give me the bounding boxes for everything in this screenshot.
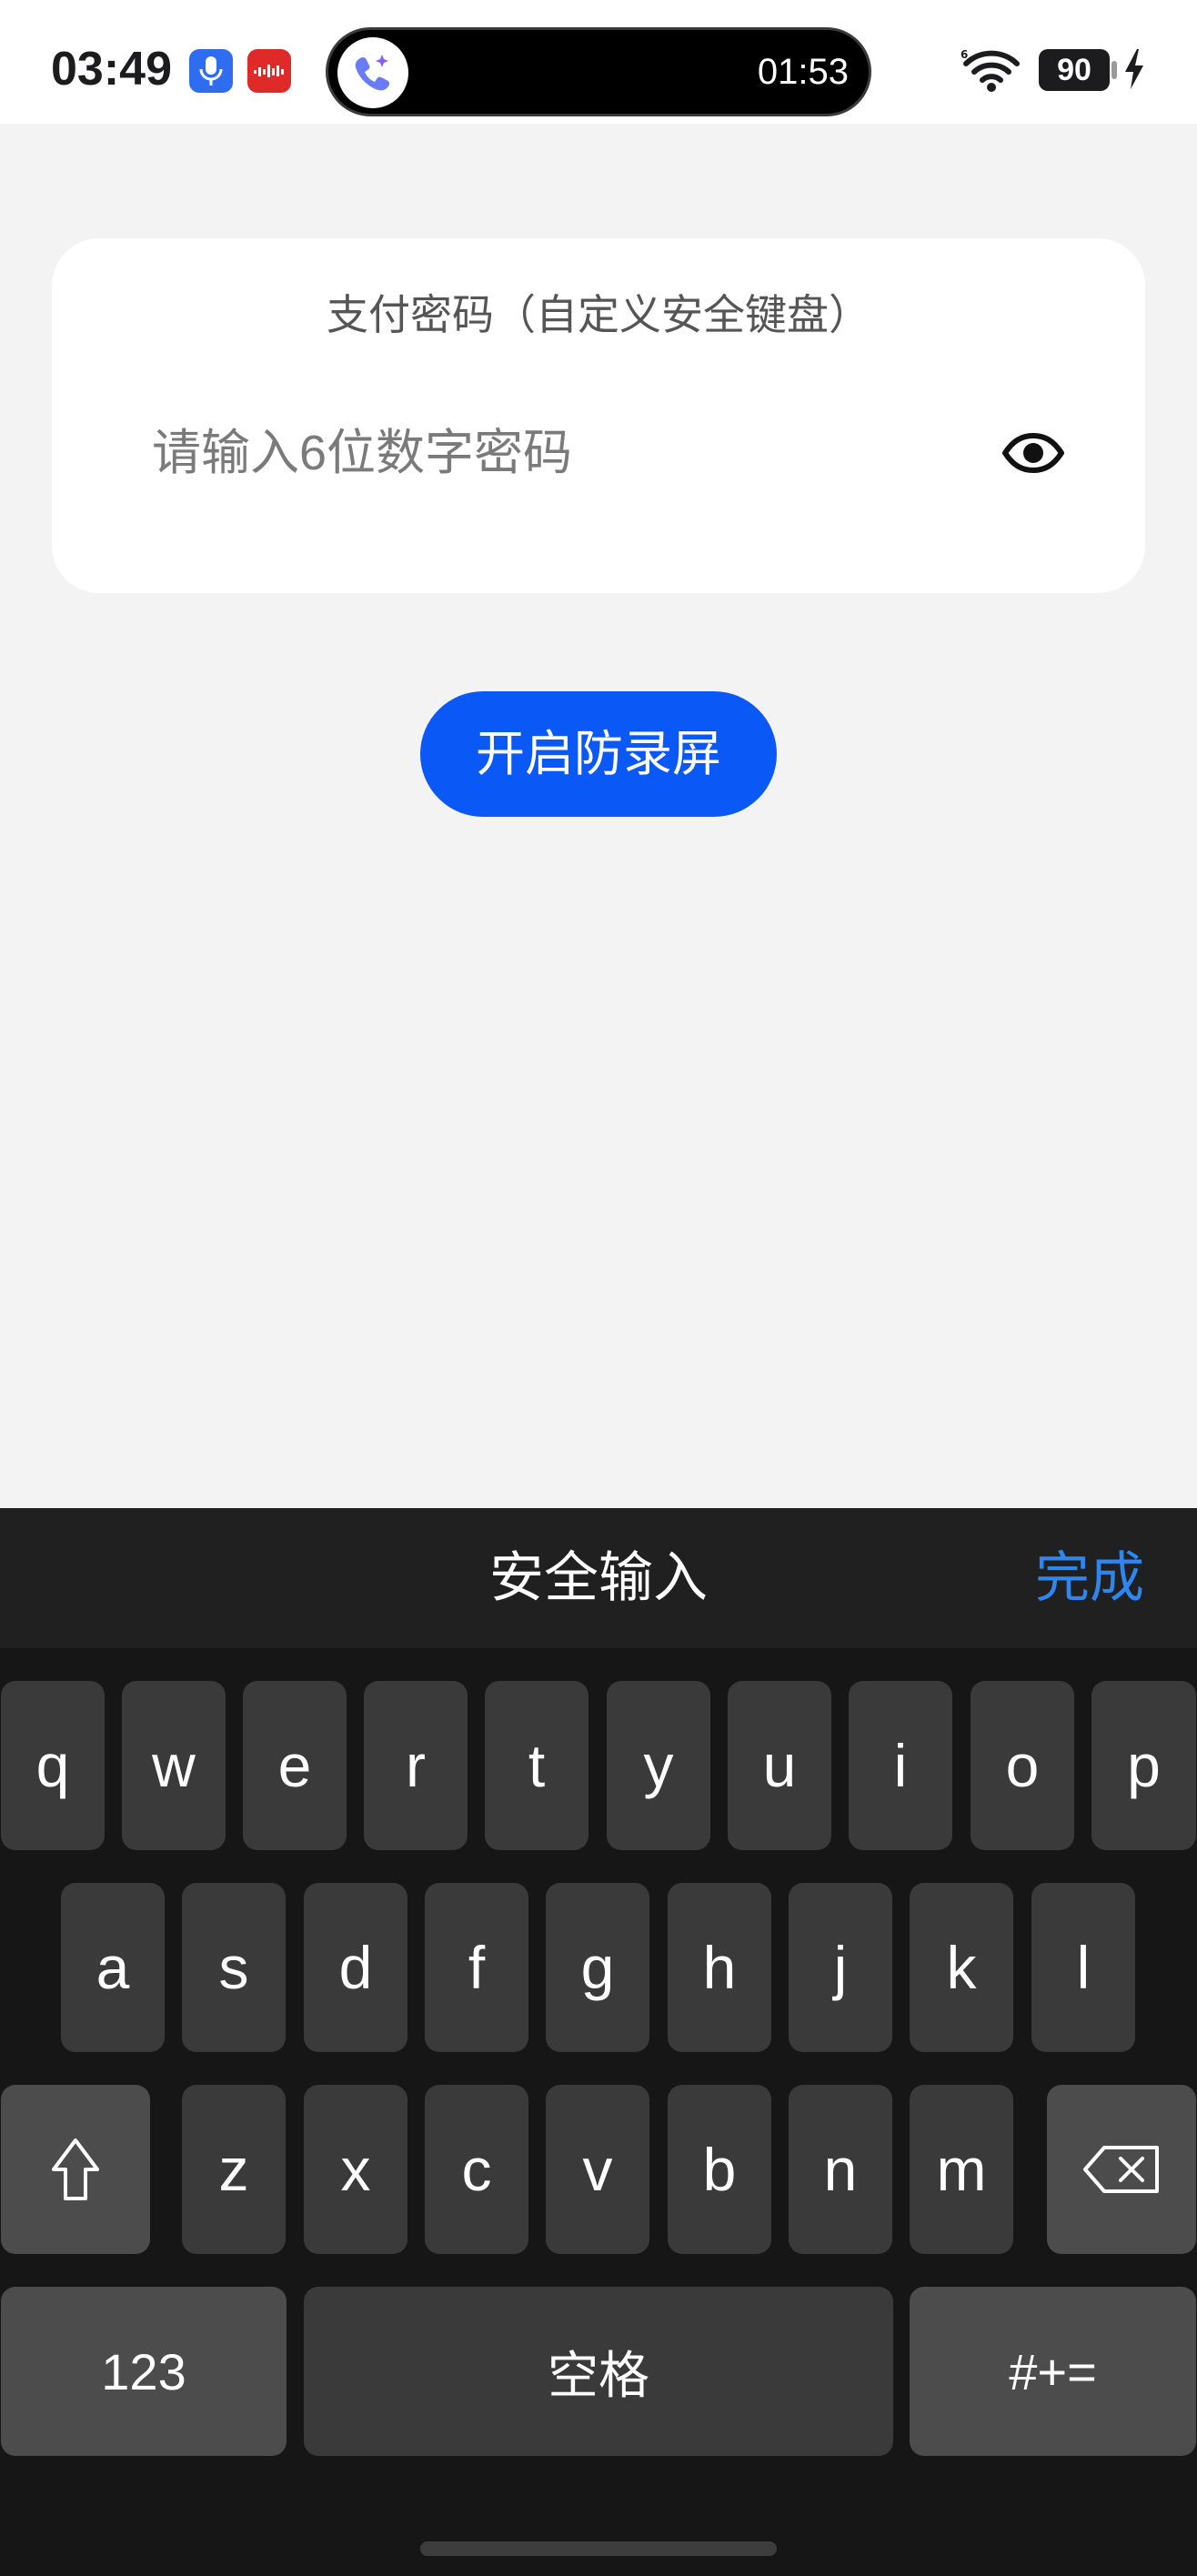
key-w[interactable]: w — [122, 1681, 226, 1850]
keyboard-title: 安全输入 — [489, 1547, 708, 1608]
key-b[interactable]: b — [668, 2085, 771, 2254]
dynamic-island[interactable]: 01:53 — [326, 27, 871, 116]
home-indicator[interactable] — [420, 2541, 777, 2556]
numbers-key[interactable]: 123 — [1, 2287, 287, 2456]
microphone-icon — [189, 49, 233, 93]
enable-anti-recording-button[interactable]: 开启防录屏 — [420, 691, 777, 817]
key-m[interactable]: m — [910, 2085, 1013, 2254]
key-r[interactable]: r — [364, 1681, 468, 1850]
key-f[interactable]: f — [425, 1883, 528, 2052]
key-c[interactable]: c — [425, 2085, 528, 2254]
key-n[interactable]: n — [789, 2085, 892, 2254]
call-timer: 01:53 — [757, 52, 849, 92]
wifi-6-icon: 6 — [961, 47, 1022, 97]
backspace-icon — [1083, 2146, 1159, 2193]
backspace-key[interactable] — [1047, 2085, 1196, 2254]
password-card: 支付密码（自定义安全键盘） — [52, 238, 1145, 593]
done-button[interactable]: 完成 — [1035, 1508, 1144, 1648]
key-v[interactable]: v — [546, 2085, 649, 2254]
key-l[interactable]: l — [1031, 1883, 1135, 2052]
eye-icon[interactable] — [1001, 426, 1065, 480]
keyboard-header: 安全输入 完成 — [0, 1508, 1197, 1648]
password-input[interactable] — [152, 417, 952, 489]
card-title: 支付密码（自定义安全键盘） — [327, 291, 870, 338]
recorder-app-icon — [247, 49, 291, 93]
space-key[interactable]: 空格 — [304, 2287, 893, 2456]
phone-sparkle-icon — [337, 37, 408, 108]
charging-bolt-icon — [1122, 47, 1146, 96]
status-bar: 03:49 01:53 6 90 — [0, 0, 1197, 124]
key-e[interactable]: e — [243, 1681, 347, 1850]
shift-icon — [52, 2138, 99, 2200]
svg-text:6: 6 — [961, 48, 968, 61]
secure-keyboard: q w e r t y u i o p a s d f g h j k l z … — [0, 1648, 1197, 2576]
status-time: 03:49 — [51, 43, 172, 96]
key-d[interactable]: d — [304, 1883, 407, 2052]
key-h[interactable]: h — [668, 1883, 771, 2052]
key-p[interactable]: p — [1091, 1681, 1196, 1850]
key-j[interactable]: j — [789, 1883, 892, 2052]
battery-indicator: 90 — [1039, 49, 1110, 91]
shift-key[interactable] — [1, 2085, 150, 2254]
key-o[interactable]: o — [971, 1681, 1074, 1850]
key-x[interactable]: x — [304, 2085, 407, 2254]
key-i[interactable]: i — [849, 1681, 952, 1850]
key-t[interactable]: t — [485, 1681, 588, 1850]
key-g[interactable]: g — [546, 1883, 649, 2052]
key-s[interactable]: s — [182, 1883, 286, 2052]
symbols-key[interactable]: #+= — [910, 2287, 1196, 2456]
key-z[interactable]: z — [182, 2085, 286, 2254]
key-k[interactable]: k — [910, 1883, 1013, 2052]
key-q[interactable]: q — [1, 1681, 105, 1850]
key-y[interactable]: y — [607, 1681, 710, 1850]
key-u[interactable]: u — [728, 1681, 831, 1850]
battery-cap — [1112, 61, 1117, 79]
key-a[interactable]: a — [61, 1883, 165, 2052]
